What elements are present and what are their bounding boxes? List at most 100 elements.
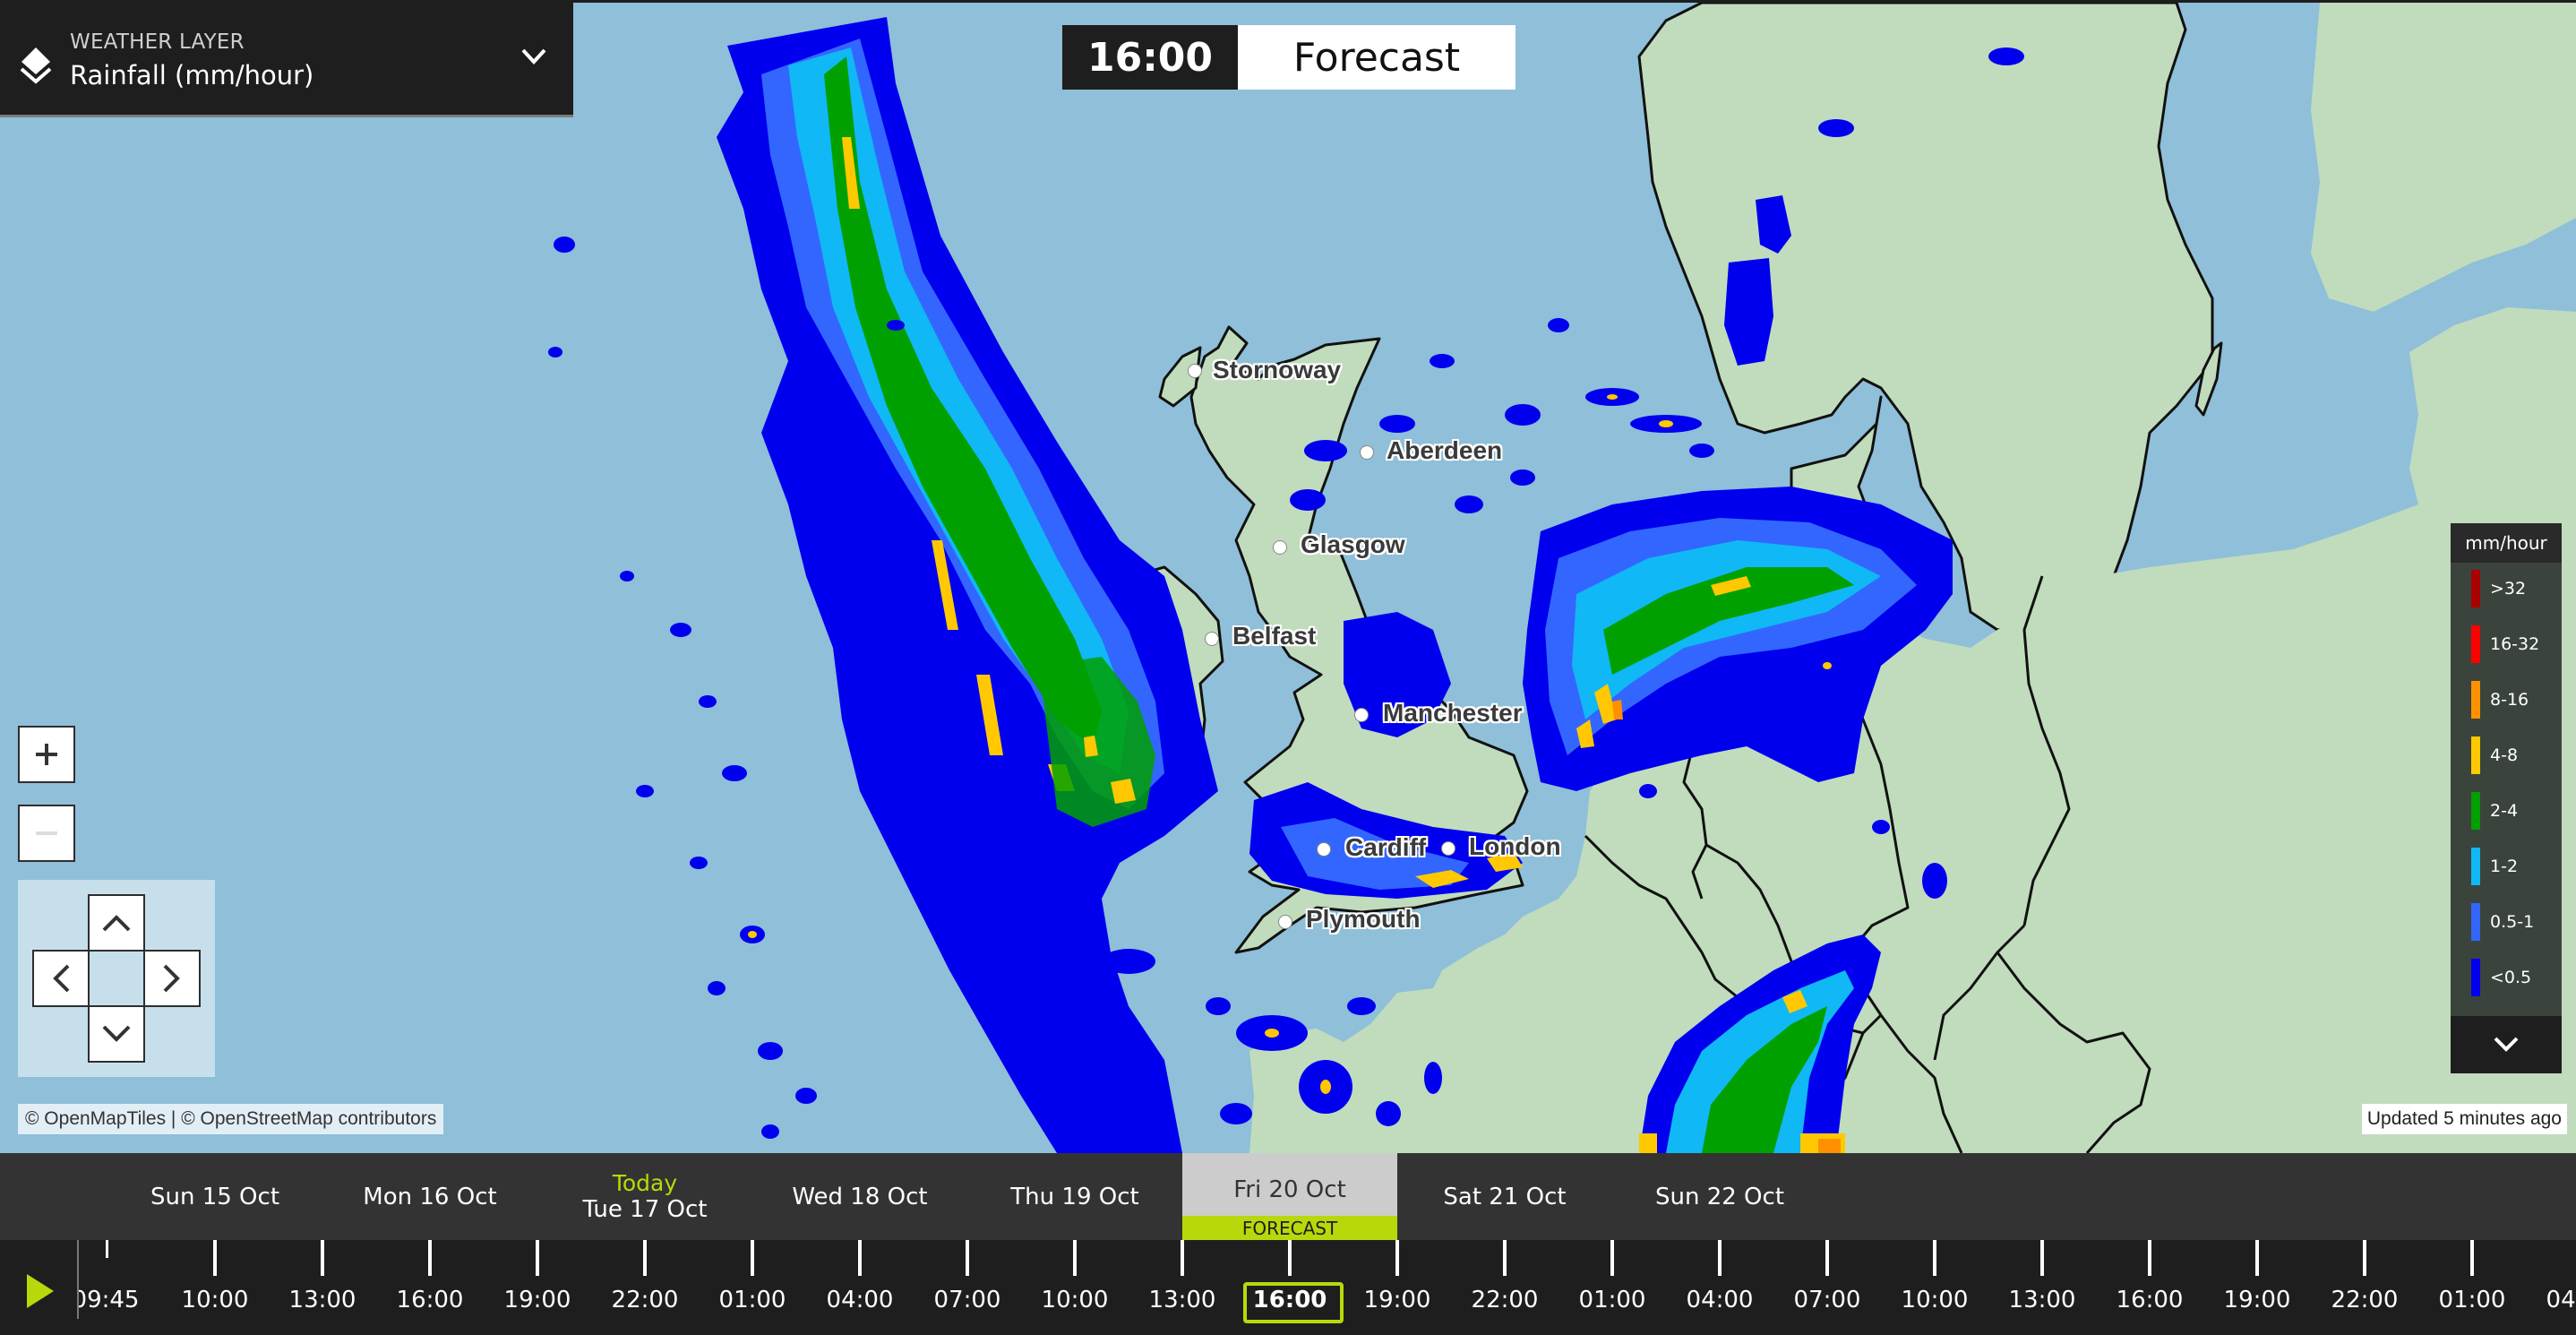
timeline-time[interactable]: 04:00	[1670, 1287, 1769, 1313]
timeline-tick	[536, 1240, 539, 1276]
day-mon-16-oct[interactable]: Mon 16 Oct	[322, 1153, 537, 1240]
city-label-belfast: Belfast	[1232, 622, 1317, 650]
plus-icon	[36, 744, 57, 765]
timeline-time[interactable]: 13:00	[1133, 1287, 1232, 1313]
chevron-down-icon[interactable]	[519, 46, 548, 67]
timeline-time[interactable]: 13:00	[273, 1287, 372, 1313]
timeline-time[interactable]: 19:00	[2208, 1287, 2306, 1313]
today-label: Today	[612, 1169, 678, 1196]
timeline-time[interactable]: 16:00	[381, 1287, 479, 1313]
legend-label: 8-16	[2490, 690, 2529, 710]
map-attribution[interactable]: © OpenMapTiles | © OpenStreetMap contrib…	[18, 1104, 444, 1134]
timeline-time[interactable]: 09:45	[79, 1287, 155, 1313]
day-label: Wed 18 Oct	[792, 1183, 928, 1210]
city-dot-cardiff	[1317, 842, 1331, 857]
timeline-time[interactable]: 10:00	[1885, 1287, 1984, 1313]
zoom-in-button[interactable]	[18, 726, 75, 783]
day-thu-19-oct[interactable]: Thu 19 Oct	[967, 1153, 1182, 1240]
timeline-time[interactable]: 07:00	[918, 1287, 1017, 1313]
time-mode: Forecast	[1238, 25, 1516, 90]
timeline-tick	[2040, 1240, 2044, 1276]
timeline-tick	[858, 1240, 862, 1276]
timeline-time[interactable]: 13:00	[1993, 1287, 2091, 1313]
timeline-time[interactable]: 22:00	[596, 1287, 694, 1313]
legend-item: 16-32	[2451, 625, 2562, 681]
legend-swatch	[2471, 903, 2480, 941]
timeline-hours[interactable]: 09:45 10:00 13:00 16:00 19:00 22:00 01:00 04:00…	[0, 1240, 2576, 1335]
legend-label: 2-4	[2490, 801, 2519, 821]
day-label: Tue 17 Oct	[582, 1195, 708, 1223]
layers-icon	[20, 47, 52, 84]
chevron-left-icon	[53, 964, 70, 993]
city-dot-manchester	[1354, 708, 1369, 722]
chevron-up-icon	[102, 915, 131, 932]
day-fri-20-oct[interactable]: Fri 20 Oct FORECAST	[1182, 1153, 1397, 1240]
weather-layer-kicker: WEATHER LAYER	[70, 30, 245, 54]
timeline-tick	[106, 1240, 108, 1258]
timeline-time[interactable]: 19:00	[488, 1287, 587, 1313]
timeline-tick	[1610, 1240, 1614, 1276]
legend-item: 4-8	[2451, 736, 2562, 792]
day-label: Sat 21 Oct	[1443, 1183, 1567, 1210]
timeline-time[interactable]: 01:00	[2423, 1287, 2521, 1313]
city-label-glasgow: Glasgow	[1301, 530, 1405, 558]
city-label-london: London	[1469, 832, 1561, 860]
minus-icon	[36, 831, 57, 835]
legend-swatch	[2471, 736, 2480, 774]
timeline-track[interactable]: 09:45 10:00 13:00 16:00 19:00 22:00 01:00 04:00…	[79, 1240, 2576, 1335]
day-label: Sun 15 Oct	[150, 1183, 280, 1210]
timeline-tick	[213, 1240, 217, 1276]
legend-item: 2-4	[2451, 792, 2562, 848]
city-label-cardiff: Cardiff	[1345, 833, 1427, 861]
legend-swatch	[2471, 959, 2480, 996]
timeline-time[interactable]: 01:00	[1563, 1287, 1662, 1313]
updated-status: Updated 5 minutes ago	[2361, 1104, 2567, 1134]
timeline-days: Sun 15 Oct Mon 16 Oct Today Tue 17 Oct Wed 1…	[0, 1153, 2576, 1240]
timeline-time[interactable]: 07:00	[1778, 1287, 1876, 1313]
pan-right-button[interactable]	[143, 950, 201, 1007]
legend-label: <0.5	[2490, 968, 2532, 987]
day-wed-18-oct[interactable]: Wed 18 Oct	[752, 1153, 967, 1240]
weather-map[interactable]: Stornoway Aberdeen Glasgow Belfast Manch…	[0, 3, 2576, 1153]
legend-swatch	[2471, 848, 2480, 885]
day-sun-15-oct[interactable]: Sun 15 Oct	[107, 1153, 322, 1240]
legend-label: 0.5-1	[2490, 912, 2535, 932]
timeline-time[interactable]: 22:00	[1455, 1287, 1554, 1313]
timeline-tick	[1073, 1240, 1077, 1276]
day-tue-17-oct[interactable]: Today Tue 17 Oct	[537, 1153, 752, 1240]
zoom-out-button[interactable]	[18, 805, 75, 862]
legend-swatch	[2471, 570, 2480, 607]
pan-left-button[interactable]	[32, 950, 90, 1007]
timeline-time[interactable]: 04:00	[811, 1287, 909, 1313]
map-canvas[interactable]	[0, 3, 2576, 1153]
play-icon[interactable]	[27, 1274, 54, 1308]
timeline-time[interactable]: 16:00	[2100, 1287, 2199, 1313]
city-dot-stornoway	[1188, 364, 1202, 378]
rainfall-legend: mm/hour >32 16-32 8-16 4-8 2-4 1-2 0.5-1 <0.5	[2451, 523, 2562, 1073]
pan-down-button[interactable]	[88, 1005, 145, 1063]
day-sun-22-oct[interactable]: Sun 22 Oct	[1612, 1153, 1827, 1240]
day-sat-21-oct[interactable]: Sat 21 Oct	[1397, 1153, 1612, 1240]
city-dot-glasgow	[1273, 540, 1287, 555]
timeline-tick	[1825, 1240, 1829, 1276]
timeline-time[interactable]: 19:00	[1348, 1287, 1447, 1313]
day-label: Fri 20 Oct	[1233, 1176, 1346, 1203]
timeline-time[interactable]: 22:00	[2315, 1287, 2414, 1313]
legend-collapse-button[interactable]	[2451, 1016, 2562, 1073]
legend-swatch	[2471, 625, 2480, 663]
legend-item: 8-16	[2451, 681, 2562, 736]
legend-item: >32	[2451, 570, 2562, 625]
legend-items: >32 16-32 8-16 4-8 2-4 1-2 0.5-1 <0.5	[2451, 563, 2562, 1016]
weather-layer-selector[interactable]: WEATHER LAYER Rainfall (mm/hour)	[0, 3, 573, 117]
timeline-time[interactable]: 10:00	[166, 1287, 264, 1313]
pan-up-button[interactable]	[88, 894, 145, 952]
timeline-tick	[2470, 1240, 2474, 1276]
timeline-time[interactable]: 04:00	[2530, 1287, 2576, 1313]
timeline-tick	[1395, 1240, 1399, 1276]
timeline-tick	[1503, 1240, 1507, 1276]
rain-france-orange	[1818, 1139, 1841, 1153]
forecast-tag: FORECAST	[1182, 1216, 1397, 1240]
selected-time-highlight	[1243, 1282, 1344, 1323]
timeline-time[interactable]: 10:00	[1026, 1287, 1124, 1313]
timeline-time[interactable]: 01:00	[703, 1287, 802, 1313]
